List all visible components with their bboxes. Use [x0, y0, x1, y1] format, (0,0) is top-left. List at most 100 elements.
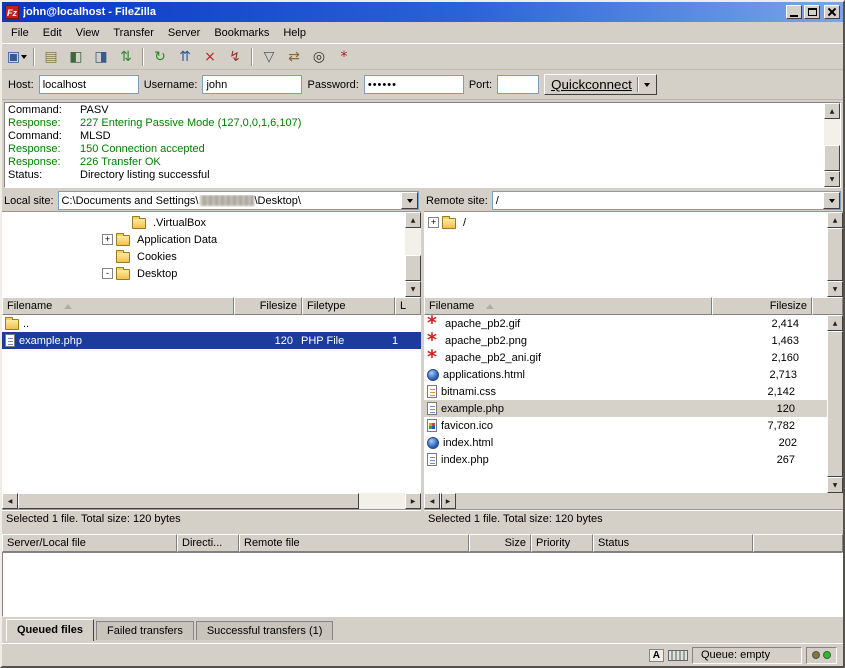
- scroll-up-button[interactable]: [824, 103, 840, 119]
- scroll-left-button[interactable]: [424, 493, 440, 509]
- username-input[interactable]: [202, 75, 302, 94]
- scrollbar-track[interactable]: [824, 119, 840, 171]
- menu-item-file[interactable]: File: [4, 24, 36, 42]
- host-input[interactable]: [39, 75, 139, 94]
- menu-item-help[interactable]: Help: [276, 24, 313, 42]
- menu-item-edit[interactable]: Edit: [36, 24, 69, 42]
- settings-button[interactable]: *: [332, 46, 356, 68]
- queue-column-server-local-file[interactable]: Server/Local file: [2, 534, 177, 552]
- process-queue-button[interactable]: ⇈: [173, 46, 197, 68]
- scrollbar-thumb[interactable]: [824, 145, 840, 171]
- site-manager-button[interactable]: ▣: [5, 46, 29, 68]
- scroll-up-button[interactable]: [405, 212, 421, 228]
- remote-list-scrollbar[interactable]: [827, 315, 843, 493]
- tree-expander-icon[interactable]: +: [428, 217, 439, 228]
- tree-item-parent-dir[interactable]: +/: [424, 214, 827, 231]
- file-row-index-html[interactable]: index.html202: [424, 434, 827, 451]
- local-column-filename[interactable]: Filename: [2, 297, 234, 315]
- tab-queued-files[interactable]: Queued files: [6, 619, 94, 641]
- file-row-favicon-ico[interactable]: favicon.ico7,782: [424, 417, 827, 434]
- queue-column-directi[interactable]: Directi...: [177, 534, 239, 552]
- filter-button[interactable]: ▽: [257, 46, 281, 68]
- scroll-down-button[interactable]: [827, 281, 843, 297]
- port-input[interactable]: [497, 75, 539, 94]
- scroll-left-button[interactable]: [2, 493, 18, 509]
- compare-button[interactable]: ⇄: [282, 46, 306, 68]
- file-row-bitnami-css[interactable]: bitnami.css2,142: [424, 383, 827, 400]
- remote-tree-scrollbar[interactable]: [827, 212, 843, 297]
- toggle-log-button[interactable]: ▤: [39, 46, 63, 68]
- file-row-example-php[interactable]: example.php120PHP File1: [2, 332, 421, 349]
- local-column-filetype[interactable]: Filetype: [302, 297, 395, 315]
- queue-column-priority[interactable]: Priority: [531, 534, 593, 552]
- file-row-example-php[interactable]: example.php120: [424, 400, 827, 417]
- remote-column-filesize[interactable]: Filesize: [712, 297, 812, 315]
- quickconnect-dropdown-icon[interactable]: [644, 83, 650, 87]
- scrollbar-thumb[interactable]: [827, 331, 843, 477]
- remote-horizontal-scrollbar[interactable]: [424, 493, 456, 509]
- local-column-filesize[interactable]: Filesize: [234, 297, 302, 315]
- file-row-apache-pb2-png[interactable]: apache_pb2.png1,463: [424, 332, 827, 349]
- local-column-lastmodified[interactable]: L: [395, 297, 421, 315]
- tab-failed-transfers[interactable]: Failed transfers: [96, 621, 194, 640]
- queue-column-size[interactable]: Size: [469, 534, 531, 552]
- cancel-button[interactable]: ×: [198, 46, 222, 68]
- menu-item-server[interactable]: Server: [161, 24, 207, 42]
- scrollbar-track[interactable]: [18, 493, 405, 509]
- tab-successful-transfers-1[interactable]: Successful transfers (1): [196, 621, 334, 640]
- scrollbar-thumb[interactable]: [18, 493, 359, 509]
- file-row-apache-pb2-ani-gif[interactable]: apache_pb2_ani.gif2,160: [424, 349, 827, 366]
- scroll-down-button[interactable]: [824, 171, 840, 187]
- find-button[interactable]: ◎: [307, 46, 331, 68]
- scroll-down-button[interactable]: [405, 281, 421, 297]
- file-row-applications-html[interactable]: applications.html2,713: [424, 366, 827, 383]
- password-input[interactable]: [364, 75, 464, 94]
- file-row-apache-pb2-gif[interactable]: apache_pb2.gif2,414: [424, 315, 827, 332]
- scroll-right-button[interactable]: [405, 493, 421, 509]
- scroll-up-button[interactable]: [827, 315, 843, 331]
- queue-column-status[interactable]: Status: [593, 534, 753, 552]
- remote-site-dropdown-button[interactable]: [823, 192, 840, 209]
- toggle-queue-button[interactable]: ⇅: [114, 46, 138, 68]
- toggle-remote-tree-button[interactable]: ◨: [89, 46, 113, 68]
- file-row-index-php[interactable]: index.php267: [424, 451, 827, 468]
- tree-expander-icon[interactable]: +: [102, 234, 113, 245]
- local-site-dropdown-button[interactable]: [401, 192, 418, 209]
- minimize-button[interactable]: [786, 5, 802, 19]
- quickconnect-button[interactable]: Quickconnect: [544, 74, 657, 95]
- scrollbar-track[interactable]: [827, 331, 843, 477]
- tree-expander-icon[interactable]: -: [102, 268, 113, 279]
- file-row-parent-dir[interactable]: ..: [2, 315, 421, 332]
- close-button[interactable]: [824, 5, 840, 19]
- title-bar[interactable]: Fz john@localhost - FileZilla: [2, 2, 843, 22]
- local-site-combo[interactable]: C:\Documents and Settings\\Desktop\: [58, 191, 419, 210]
- remote-site-combo[interactable]: /: [492, 191, 841, 210]
- local-horizontal-scrollbar[interactable]: [2, 493, 421, 509]
- scroll-down-button[interactable]: [827, 477, 843, 493]
- tree-item-cookies[interactable]: Cookies: [2, 248, 405, 265]
- tree-item-virtualbox[interactable]: .VirtualBox: [2, 214, 405, 231]
- scroll-right-button[interactable]: [440, 493, 456, 509]
- scrollbar-thumb[interactable]: [440, 493, 442, 509]
- scrollbar-track[interactable]: [405, 228, 421, 281]
- queue-column-remote-file[interactable]: Remote file: [239, 534, 469, 552]
- local-status-text: Selected 1 file. Total size: 120 bytes: [2, 509, 421, 528]
- transfer-queue-body[interactable]: [2, 552, 843, 617]
- scrollbar-track[interactable]: [827, 228, 843, 281]
- scrollbar-thumb[interactable]: [405, 255, 421, 281]
- tree-item-application-data[interactable]: +Application Data: [2, 231, 405, 248]
- cancel-icon: ×: [204, 50, 216, 64]
- menu-item-transfer[interactable]: Transfer: [106, 24, 161, 42]
- scrollbar-thumb[interactable]: [827, 228, 843, 281]
- refresh-button[interactable]: ↻: [148, 46, 172, 68]
- disconnect-button[interactable]: ↯: [223, 46, 247, 68]
- menu-item-bookmarks[interactable]: Bookmarks: [207, 24, 276, 42]
- menu-item-view[interactable]: View: [69, 24, 107, 42]
- scroll-up-button[interactable]: [827, 212, 843, 228]
- maximize-button[interactable]: [804, 5, 820, 19]
- tree-item-desktop[interactable]: -Desktop: [2, 265, 405, 282]
- message-log-scrollbar[interactable]: [824, 103, 840, 187]
- remote-column-filename[interactable]: Filename: [424, 297, 712, 315]
- toggle-local-tree-button[interactable]: ◧: [64, 46, 88, 68]
- local-tree-scrollbar[interactable]: [405, 212, 421, 297]
